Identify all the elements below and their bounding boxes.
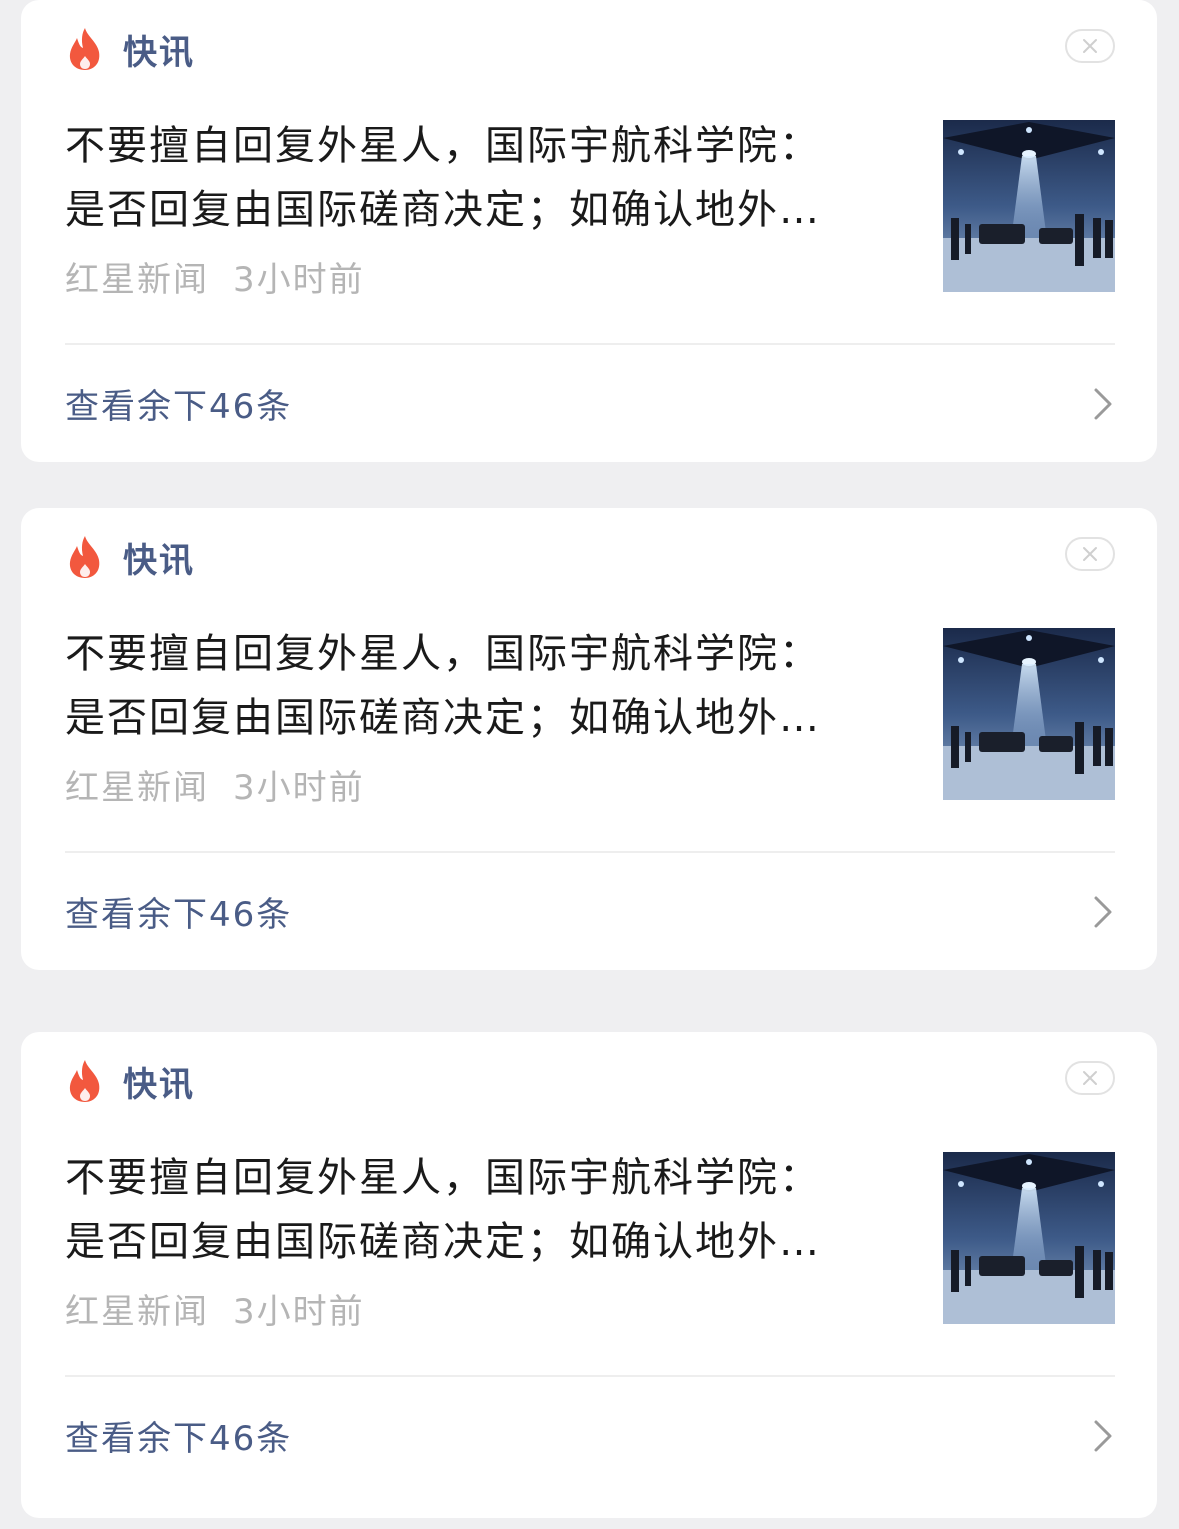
headline-line: 是否回复由国际磋商决定；如确认地外… [65, 187, 821, 233]
source-label: 红星新闻 [65, 768, 209, 808]
card-header: 快讯 [65, 532, 195, 582]
fire-icon [69, 1060, 100, 1102]
ufo-image [943, 1152, 1115, 1324]
close-icon [1083, 1071, 1097, 1085]
card-header: 快讯 [65, 1056, 195, 1106]
view-more-button[interactable]: 查看余下46条 [65, 345, 1115, 462]
chevron-right-icon [1094, 1420, 1112, 1451]
section-label: 快讯 [123, 32, 195, 73]
dismiss-button[interactable] [1065, 1061, 1115, 1095]
article-meta: 红星新闻 3小时前 [65, 252, 365, 301]
source-label: 红星新闻 [65, 1292, 209, 1332]
view-more-label: 查看余下46条 [65, 895, 293, 935]
ufo-image [943, 120, 1115, 292]
timestamp: 3小时前 [233, 1292, 365, 1332]
timestamp: 3小时前 [233, 768, 365, 808]
dismiss-button[interactable] [1065, 537, 1115, 571]
section-label: 快讯 [123, 1064, 195, 1105]
headline-link[interactable]: 不要擅自回复外星人，国际宇航科学院： 是否回复由国际磋商决定；如确认地外… [65, 622, 885, 750]
news-card[interactable]: 快讯 不要擅自回复外星人，国际宇航科学院： 是否回复由国际磋商决定；如确认地外…… [21, 1032, 1157, 1518]
close-icon [1083, 547, 1097, 561]
fire-icon [69, 28, 100, 70]
headline-line: 不要擅自回复外星人，国际宇航科学院： [65, 1155, 821, 1201]
article-thumbnail[interactable] [943, 628, 1115, 800]
news-card[interactable]: 快讯 不要擅自回复外星人，国际宇航科学院： 是否回复由国际磋商决定；如确认地外…… [21, 0, 1157, 462]
headline-line: 是否回复由国际磋商决定；如确认地外… [65, 695, 821, 741]
card-header: 快讯 [65, 24, 195, 74]
timestamp: 3小时前 [233, 260, 365, 300]
headline-line: 是否回复由国际磋商决定；如确认地外… [65, 1219, 821, 1265]
view-more-button[interactable]: 查看余下46条 [65, 853, 1115, 970]
headline-line: 不要擅自回复外星人，国际宇航科学院： [65, 123, 821, 169]
article-meta: 红星新闻 3小时前 [65, 760, 365, 809]
view-more-label: 查看余下46条 [65, 1419, 293, 1459]
fire-icon [69, 536, 100, 578]
view-more-label: 查看余下46条 [65, 387, 293, 427]
headline-link[interactable]: 不要擅自回复外星人，国际宇航科学院： 是否回复由国际磋商决定；如确认地外… [65, 114, 885, 242]
news-card[interactable]: 快讯 不要擅自回复外星人，国际宇航科学院： 是否回复由国际磋商决定；如确认地外…… [21, 508, 1157, 970]
close-icon [1083, 39, 1097, 53]
article-thumbnail[interactable] [943, 120, 1115, 292]
source-label: 红星新闻 [65, 260, 209, 300]
section-label: 快讯 [123, 540, 195, 581]
chevron-right-icon [1094, 388, 1112, 419]
article-meta: 红星新闻 3小时前 [65, 1284, 365, 1333]
article-thumbnail[interactable] [943, 1152, 1115, 1324]
view-more-button[interactable]: 查看余下46条 [65, 1377, 1115, 1494]
headline-link[interactable]: 不要擅自回复外星人，国际宇航科学院： 是否回复由国际磋商决定；如确认地外… [65, 1146, 885, 1274]
headline-line: 不要擅自回复外星人，国际宇航科学院： [65, 631, 821, 677]
chevron-right-icon [1094, 896, 1112, 927]
ufo-image [943, 628, 1115, 800]
dismiss-button[interactable] [1065, 29, 1115, 63]
